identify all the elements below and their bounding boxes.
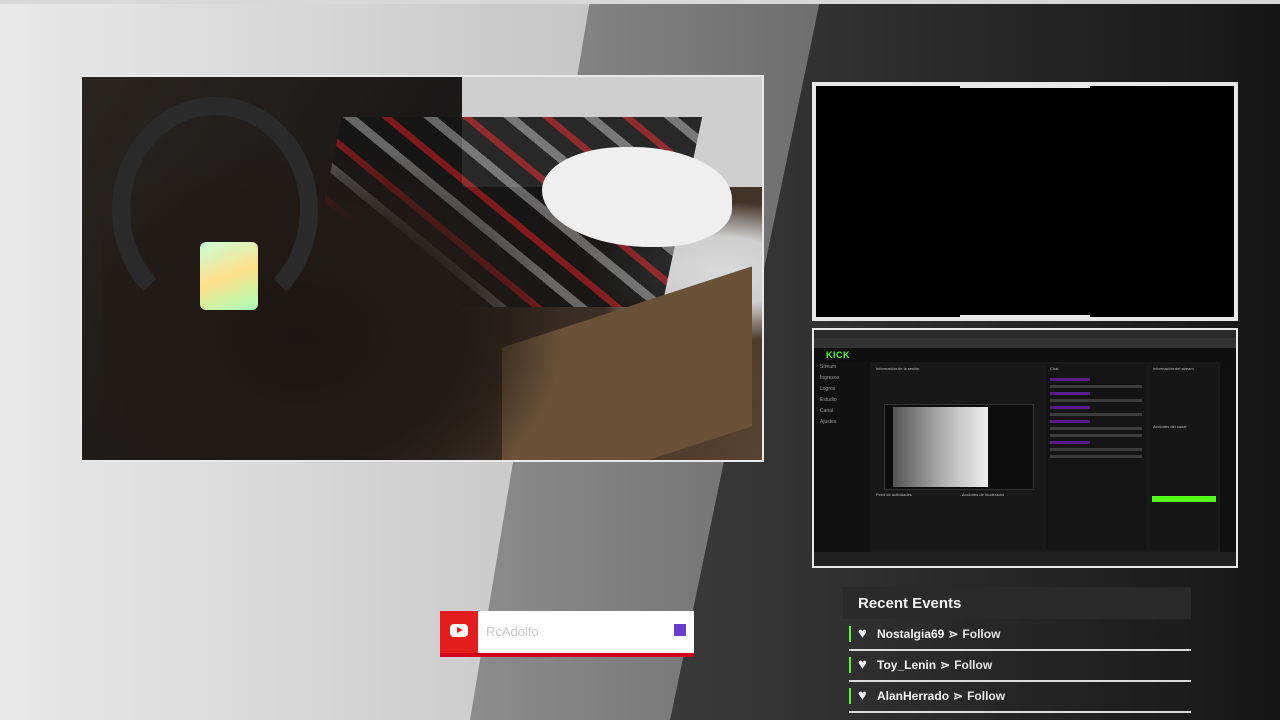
chat-line — [1050, 385, 1142, 388]
kick-chat-panel: Chat — [1046, 364, 1146, 550]
accent-square — [674, 624, 686, 636]
event-row: ♥ Nostalgia69 ⋗ Follow — [849, 619, 1191, 651]
event-line: Nostalgia69 ⋗ Follow — [877, 627, 1000, 641]
chat-line — [1050, 413, 1142, 416]
heart-icon: ♥ — [858, 687, 867, 704]
event-action: Follow — [954, 658, 993, 672]
kick-stream-info-panel: Información del stream Acciones del cana… — [1150, 364, 1218, 550]
browser-titlebar — [814, 330, 1236, 338]
event-accent-bar — [849, 626, 851, 642]
kick-session-panel: Información de la sesión Feed de activid… — [872, 364, 1042, 550]
kick-logo: KICK — [826, 350, 850, 360]
panel-title: Acciones del canal — [1153, 424, 1187, 429]
chat-line — [1050, 392, 1090, 395]
event-user: Toy_Lenin — [877, 658, 937, 672]
chat-line — [1050, 441, 1090, 444]
preview-frame — [812, 82, 1238, 321]
heart-icon: ♥ — [858, 656, 867, 673]
chat-line — [1050, 455, 1142, 458]
kick-green-button — [1152, 496, 1216, 502]
event-accent-bar — [849, 657, 851, 673]
recent-events-widget: Recent Events ♥ Nostalgia69 ⋗ Follow ♥ Toy… — [843, 587, 1191, 720]
event-action: Follow — [962, 627, 1001, 641]
kick-right-rail — [1220, 362, 1236, 552]
arrow-icon: ⋗ — [953, 689, 964, 703]
kick-sidebar-item: Ingresos — [820, 375, 840, 381]
event-accent-bar — [849, 688, 851, 704]
frame-notch-top — [960, 82, 1090, 88]
panel-title: Información del stream — [1153, 366, 1194, 371]
chat-line — [1050, 399, 1142, 402]
panel-title: Acciones de moderador — [962, 492, 1005, 497]
kick-stream-preview — [884, 404, 1034, 490]
kick-sidebar-item: Stream — [820, 364, 837, 370]
chat-line — [1050, 427, 1142, 430]
webcam-screen-glow — [200, 242, 258, 310]
chat-line — [1050, 378, 1090, 381]
event-user: AlanHerrado — [877, 689, 950, 703]
subscribe-widget: RcAdolfo — [440, 611, 694, 657]
panel-title: Chat — [1050, 366, 1059, 371]
frame-notch-bottom — [960, 315, 1090, 321]
panel-title: Feed de actividades — [876, 492, 912, 497]
chat-line — [1050, 406, 1090, 409]
event-line: Toy_Lenin ⋗ Follow — [877, 658, 992, 672]
channel-name: RcAdolfo — [486, 624, 539, 639]
chat-line — [1050, 434, 1142, 437]
youtube-badge — [440, 611, 478, 653]
kick-stream-preview-image — [893, 407, 988, 487]
chat-line — [1050, 420, 1090, 423]
event-action: Follow — [967, 689, 1006, 703]
screen-capture: KICK Stream Ingresos Logros Estudio Cana… — [812, 328, 1238, 568]
kick-sidebar-item: Canal — [820, 408, 834, 414]
webcam-feed — [80, 75, 764, 462]
event-row: ♥ AlanHerrado ⋗ Follow — [849, 681, 1191, 713]
arrow-icon: ⋗ — [948, 627, 959, 641]
kick-sidebar: Stream Ingresos Logros Estudio Canal Aju… — [814, 362, 870, 552]
recent-events-header: Recent Events — [843, 587, 1191, 619]
browser-urlbar — [814, 338, 1236, 348]
chat-line — [1050, 448, 1142, 451]
event-line: AlanHerrado ⋗ Follow — [877, 689, 1005, 703]
event-row: ♥ Toy_Lenin ⋗ Follow — [849, 650, 1191, 682]
panel-title: Información de la sesión — [876, 366, 920, 371]
event-user: Nostalgia69 — [877, 627, 945, 641]
recent-events-title: Recent Events — [858, 595, 962, 612]
windows-taskbar — [814, 552, 1236, 566]
arrow-icon: ⋗ — [940, 658, 951, 672]
kick-sidebar-item: Logros — [820, 386, 836, 392]
kick-sidebar-item: Estudio — [820, 397, 837, 403]
heart-icon: ♥ — [858, 625, 867, 642]
kick-topnav — [814, 348, 1236, 362]
youtube-icon — [450, 624, 468, 637]
kick-sidebar-item: Ajustes — [820, 419, 837, 425]
